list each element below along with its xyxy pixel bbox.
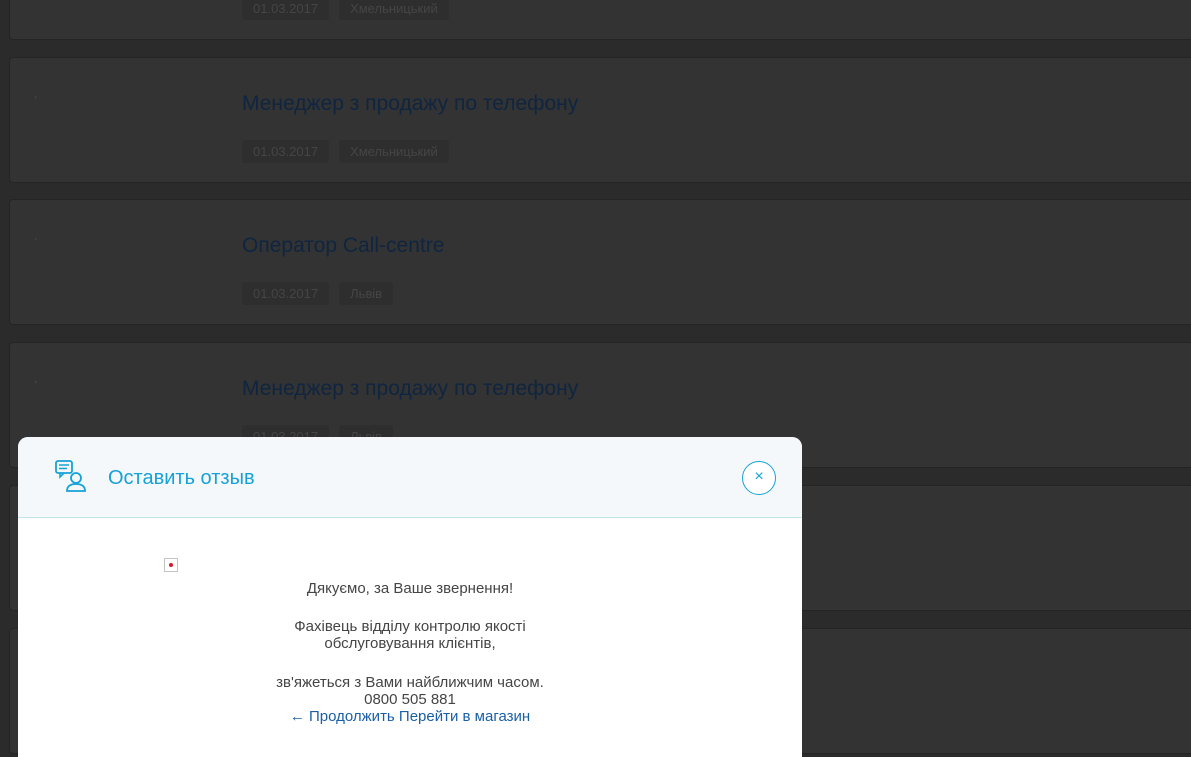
shop-link[interactable]: Перейти в магазин — [399, 708, 530, 725]
phone-number: 0800 505 881 — [364, 691, 456, 708]
specialist-line-2: обслуговування клієнтів, — [324, 635, 496, 652]
specialist-line-1: Фахівець відділу контролю якості — [294, 618, 526, 635]
thanks-message: Дякуємо, за Ваше звернення! — [306, 580, 514, 597]
modal-title: Оставить отзыв — [108, 467, 255, 489]
modal-header: Оставить отзыв × — [18, 437, 802, 518]
feedback-icon — [55, 460, 86, 492]
broken-image-icon — [164, 558, 178, 572]
feedback-modal: Оставить отзыв × Дякуємо, за Ваше зверне… — [18, 437, 802, 757]
modal-body: Дякуємо, за Ваше звернення! Фахівець від… — [18, 518, 802, 757]
close-icon: × — [754, 468, 764, 485]
continue-link[interactable]: ← Продолжить — [290, 708, 395, 725]
modal-links: ← Продолжить Перейти в магазин — [18, 708, 802, 725]
specialist-message: Фахівець відділу контролю якості обслуго… — [18, 618, 802, 652]
close-button[interactable]: × — [742, 461, 776, 495]
contact-message: зв'яжеться з Вами найближчим часом. — [276, 674, 544, 691]
